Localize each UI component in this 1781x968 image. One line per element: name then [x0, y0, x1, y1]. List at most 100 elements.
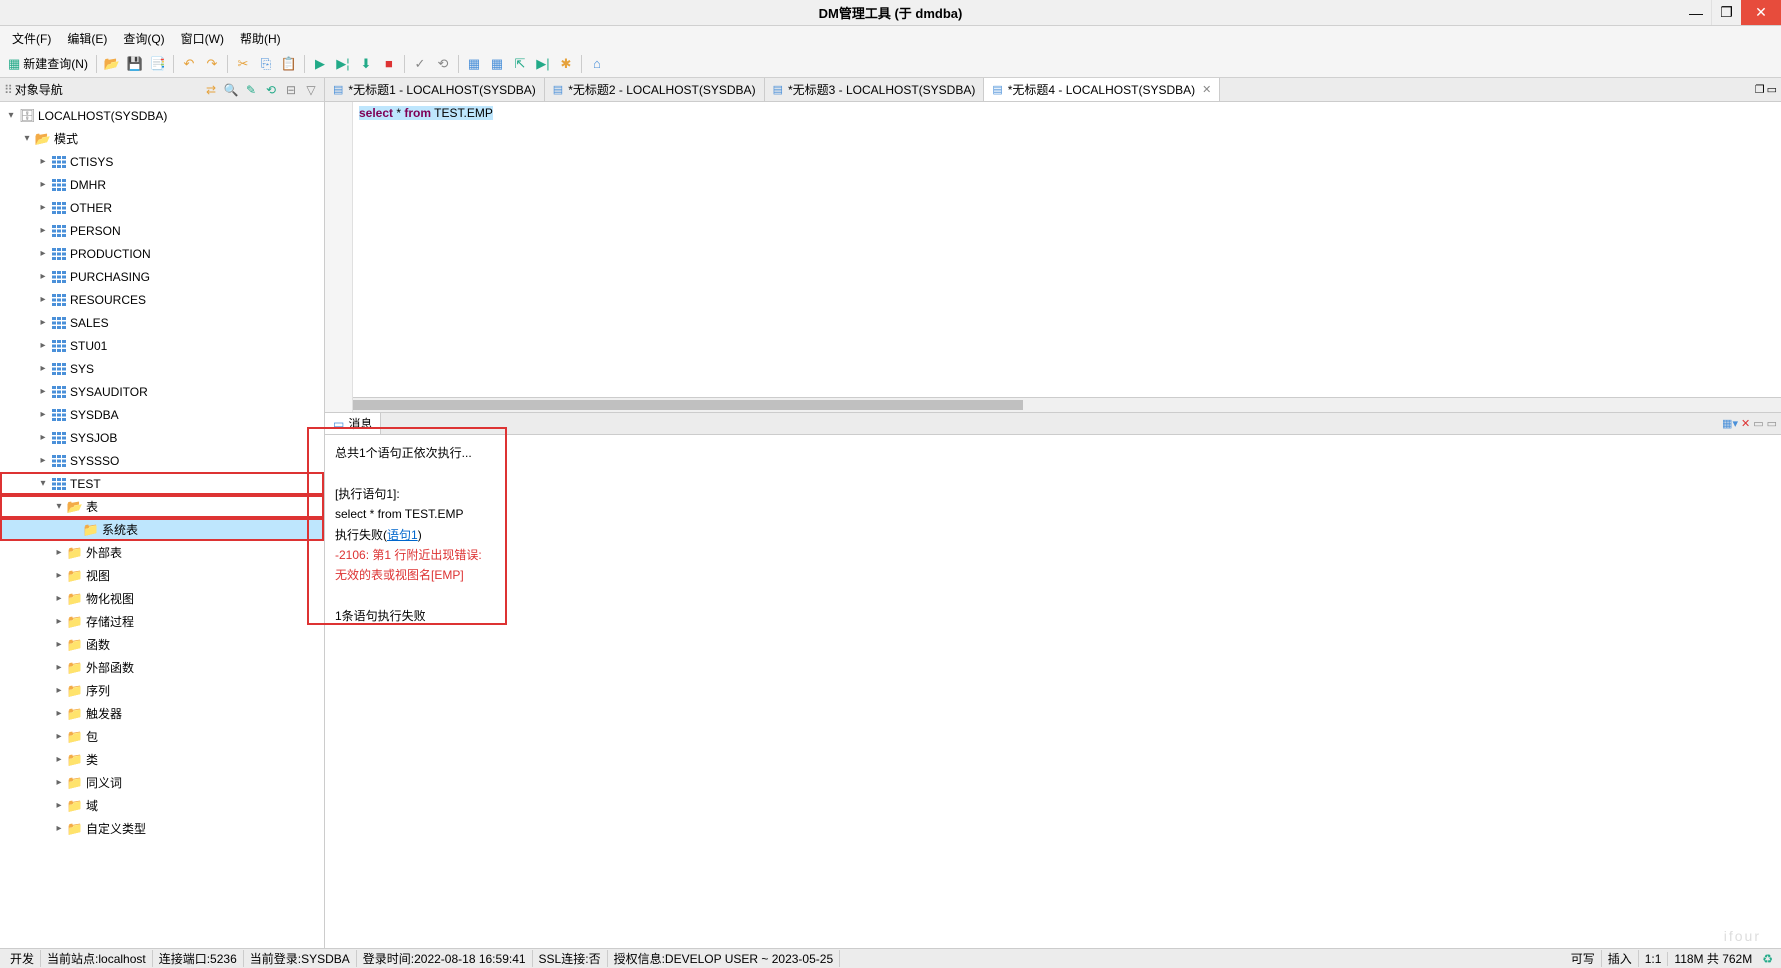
redo-icon[interactable]: ↷: [201, 53, 223, 75]
tree-schema-ctisys[interactable]: ▸CTISYS: [0, 150, 324, 173]
gc-icon[interactable]: ♻: [1758, 952, 1777, 966]
tree-schema-person[interactable]: ▸PERSON: [0, 219, 324, 242]
status-insert: 插入: [1602, 950, 1639, 967]
tree-schema-sysdba[interactable]: ▸SYSDBA: [0, 403, 324, 426]
save-icon[interactable]: 💾: [124, 53, 146, 75]
open-icon[interactable]: 📂: [101, 53, 123, 75]
tree-schema-sales[interactable]: ▸SALES: [0, 311, 324, 334]
tree-tables[interactable]: ▾📂表: [0, 495, 324, 518]
tree-schema-dmhr[interactable]: ▸DMHR: [0, 173, 324, 196]
tab-menu-icon[interactable]: ▭: [1767, 83, 1777, 96]
tree-matviews[interactable]: ▸📁物化视图: [0, 587, 324, 610]
grid1-icon[interactable]: ▦: [463, 53, 485, 75]
tree-schema-resources[interactable]: ▸RESOURCES: [0, 288, 324, 311]
stmt-link[interactable]: 语句1: [387, 528, 418, 542]
tree-funcs[interactable]: ▸📁函数: [0, 633, 324, 656]
tree-synonyms[interactable]: ▸📁同义词: [0, 771, 324, 794]
restore-icon[interactable]: ❐: [1755, 83, 1765, 96]
tree-schema-sys[interactable]: ▸SYS: [0, 357, 324, 380]
export-icon[interactable]: ⇱: [509, 53, 531, 75]
status-ssl: SSL连接:否: [533, 950, 608, 967]
tree-schema-stu01[interactable]: ▸STU01: [0, 334, 324, 357]
tab-close-icon[interactable]: ✕: [1202, 83, 1211, 96]
object-explorer: ⠿ 对象导航 ⇄ 🔍 ✎ ⟲ ⊟ ▽ ▾🗄LOCALHOST(SYSDBA)▾📂…: [0, 78, 325, 948]
tree-ext-tables[interactable]: ▸📁外部表: [0, 541, 324, 564]
tree-schema-sysjob[interactable]: ▸SYSJOB: [0, 426, 324, 449]
find-icon[interactable]: 🔍: [222, 81, 240, 99]
edit-icon[interactable]: ✎: [242, 81, 260, 99]
menu-edit[interactable]: 编辑(E): [59, 28, 115, 49]
tab-untitled4[interactable]: ▤*无标题4 - LOCALHOST(SYSDBA)✕: [984, 78, 1220, 101]
run-icon[interactable]: ▶: [309, 53, 331, 75]
tree-views[interactable]: ▸📁视图: [0, 564, 324, 587]
tree-schema-test[interactable]: ▾TEST: [0, 472, 324, 495]
tab-untitled1[interactable]: ▤*无标题1 - LOCALHOST(SYSDBA): [325, 78, 545, 101]
object-tree[interactable]: ▾🗄LOCALHOST(SYSDBA)▾📂模式▸CTISYS▸DMHR▸OTHE…: [0, 102, 324, 948]
tree-connection[interactable]: ▾🗄LOCALHOST(SYSDBA): [0, 104, 324, 127]
sql-file-icon: ▤: [992, 83, 1002, 96]
new-query-button[interactable]: ▦ 新建查询(N): [4, 55, 92, 72]
cut-icon[interactable]: ✂: [232, 53, 254, 75]
tree-schema-other[interactable]: ▸OTHER: [0, 196, 324, 219]
editor-gutter: [325, 102, 353, 412]
tool-icon[interactable]: ✱: [555, 53, 577, 75]
tree-schema-purchasing[interactable]: ▸PURCHASING: [0, 265, 324, 288]
home-icon[interactable]: ⌂: [586, 53, 608, 75]
menu-file[interactable]: 文件(F): [4, 28, 59, 49]
tree-triggers[interactable]: ▸📁触发器: [0, 702, 324, 725]
undo-icon[interactable]: ↶: [178, 53, 200, 75]
menu-window[interactable]: 窗口(W): [173, 28, 232, 49]
tree-schema-syssso[interactable]: ▸SYSSSO: [0, 449, 324, 472]
grab-icon: ⠿: [4, 83, 13, 97]
menu-dropdown-icon[interactable]: ▽: [302, 81, 320, 99]
message-tab[interactable]: ▭消息: [325, 413, 381, 434]
tree-domains[interactable]: ▸📁域: [0, 794, 324, 817]
new-query-icon: ▦: [8, 56, 20, 72]
menu-query[interactable]: 查询(Q): [115, 28, 172, 49]
tree-extfuncs[interactable]: ▸📁外部函数: [0, 656, 324, 679]
tree-seqs[interactable]: ▸📁序列: [0, 679, 324, 702]
tree-custom[interactable]: ▸📁自定义类型: [0, 817, 324, 840]
commit-icon[interactable]: ✓: [409, 53, 431, 75]
message-icon: ▭: [333, 417, 344, 431]
debug-icon[interactable]: ⬇: [355, 53, 377, 75]
saveall-icon[interactable]: 📑: [147, 53, 169, 75]
tab-untitled3[interactable]: ▤*无标题3 - LOCALHOST(SYSDBA): [765, 78, 985, 101]
sql-editor[interactable]: select * from TEST.EMP: [325, 102, 1781, 412]
tree-system-tables[interactable]: 📁系统表: [0, 518, 324, 541]
msg-summary: 总共1个语句正依次执行...: [335, 443, 1771, 463]
rollback-icon[interactable]: ⟲: [432, 53, 454, 75]
stop-icon[interactable]: ■: [378, 53, 400, 75]
status-port: 连接端口:5236: [153, 950, 244, 967]
grid2-icon[interactable]: ▦: [486, 53, 508, 75]
script-icon[interactable]: ▶|: [532, 53, 554, 75]
collapse-icon[interactable]: ⊟: [282, 81, 300, 99]
minimize-button[interactable]: —: [1681, 0, 1711, 25]
link-icon[interactable]: ⇄: [202, 81, 220, 99]
msg-error-detail: 无效的表或视图名[EMP]: [335, 565, 1771, 585]
result-pin-icon[interactable]: ▭: [1753, 417, 1763, 430]
editor-hscrollbar[interactable]: [353, 397, 1781, 412]
status-site: 当前站点:localhost: [41, 950, 153, 967]
status-auth: 授权信息:DEVELOP USER ~ 2023-05-25: [608, 950, 841, 967]
paste-icon[interactable]: 📋: [278, 53, 300, 75]
explorer-title: 对象导航: [15, 81, 202, 98]
status-mem: 118M 共 762M: [1668, 950, 1758, 967]
menu-help[interactable]: 帮助(H): [232, 28, 289, 49]
maximize-button[interactable]: ❐: [1711, 0, 1741, 25]
result-max-icon[interactable]: ▭: [1767, 417, 1777, 430]
tree-procs[interactable]: ▸📁存储过程: [0, 610, 324, 633]
tree-mode[interactable]: ▾📂模式: [0, 127, 324, 150]
result-grid-icon[interactable]: ▦▾: [1722, 417, 1738, 430]
message-body: 总共1个语句正依次执行... [执行语句1]: select * from TE…: [325, 435, 1781, 948]
tree-schema-sysauditor[interactable]: ▸SYSAUDITOR: [0, 380, 324, 403]
tab-untitled2[interactable]: ▤*无标题2 - LOCALHOST(SYSDBA): [545, 78, 765, 101]
tree-classes[interactable]: ▸📁类: [0, 748, 324, 771]
tree-schema-production[interactable]: ▸PRODUCTION: [0, 242, 324, 265]
copy-icon[interactable]: ⎘: [255, 53, 277, 75]
close-button[interactable]: ✕: [1741, 0, 1781, 25]
refresh-icon[interactable]: ⟲: [262, 81, 280, 99]
tree-pkgs[interactable]: ▸📁包: [0, 725, 324, 748]
result-clear-icon[interactable]: ✕: [1741, 417, 1750, 430]
run-step-icon[interactable]: ▶¦: [332, 53, 354, 75]
